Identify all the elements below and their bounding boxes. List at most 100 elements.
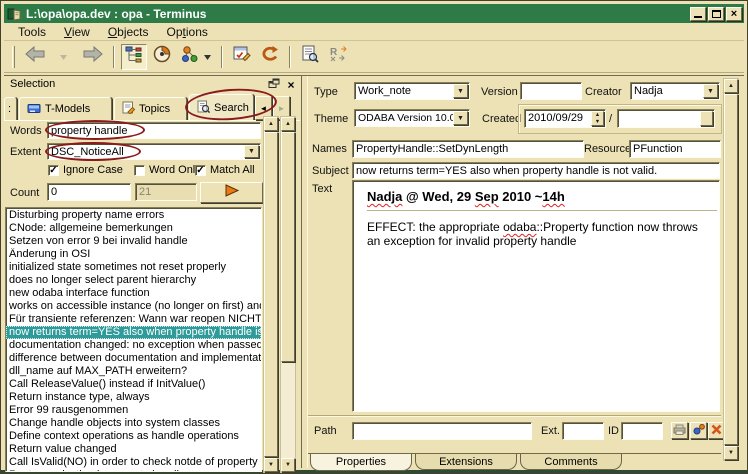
run-search-button[interactable] xyxy=(200,182,263,203)
scroll-up-icon[interactable]: ▲ xyxy=(281,117,295,131)
ext-input[interactable] xyxy=(562,422,604,440)
navigate-target-button[interactable] xyxy=(149,44,175,70)
chevron-down-icon[interactable]: ▼ xyxy=(453,111,468,125)
list-item[interactable]: initialized state sometimes not reset pr… xyxy=(6,261,261,274)
type-dropdown[interactable]: Work_note ▼ xyxy=(354,82,470,100)
target-icon xyxy=(152,44,172,69)
forward-button[interactable] xyxy=(79,44,107,70)
list-item[interactable]: Disturbing property name errors xyxy=(6,209,261,222)
tab-label: : xyxy=(8,103,11,115)
history-dropdown-button[interactable] xyxy=(51,44,77,70)
maximize-button[interactable] xyxy=(708,7,724,21)
scrollbar-thumb[interactable] xyxy=(724,94,738,445)
details-scrollbar[interactable]: ▲ ▼ xyxy=(723,78,739,461)
menu-view[interactable]: View xyxy=(56,24,98,40)
back-button[interactable] xyxy=(21,44,49,70)
panel-title: Selection xyxy=(10,78,55,90)
spinner-buttons[interactable] xyxy=(700,111,713,126)
creator-dropdown[interactable]: Nadja ▼ xyxy=(630,82,720,100)
theme-dropdown[interactable]: ODABA Version 10.0 ▼ xyxy=(354,109,470,127)
version-input[interactable] xyxy=(520,82,582,100)
scroll-down-icon[interactable]: ▼ xyxy=(724,446,738,460)
checked-icon: ✓ xyxy=(195,165,206,176)
menu-objects[interactable]: Objects xyxy=(100,24,157,40)
words-input[interactable]: property handle xyxy=(47,122,261,139)
spinner-buttons[interactable]: ▲▼ xyxy=(591,111,604,126)
scroll-down-icon[interactable]: ▼ xyxy=(264,458,278,472)
link-button[interactable] xyxy=(690,422,707,439)
report-preview-button[interactable] xyxy=(297,44,323,70)
path-input[interactable] xyxy=(352,422,532,440)
list-item[interactable]: Änderung in OSI xyxy=(6,248,261,261)
edit-form-button[interactable] xyxy=(229,44,255,70)
float-panel-button[interactable] xyxy=(267,78,281,91)
spin-down-icon: ▼ xyxy=(592,119,603,126)
tree-view-button[interactable] xyxy=(121,44,147,70)
tab-search[interactable]: Search xyxy=(189,94,254,120)
tab-topics[interactable]: Topics xyxy=(114,97,187,120)
list-item[interactable]: dll_name auf MAX_PATH erweitern? xyxy=(6,365,261,378)
chevron-down-icon[interactable]: ▼ xyxy=(703,84,718,98)
list-item[interactable]: documentation changed: no exception when… xyxy=(6,339,261,352)
id-label: ID xyxy=(608,425,619,437)
created-date-spinner[interactable]: 2010/09/29 ▲▼ xyxy=(524,109,606,128)
names-input[interactable]: PropertyHandle::SetDynLength xyxy=(352,140,584,158)
resource-input[interactable]: PFunction xyxy=(629,140,721,158)
minimize-button[interactable] xyxy=(690,7,706,21)
list-item[interactable]: difference between documentation and imp… xyxy=(6,352,261,365)
list-item[interactable]: Setzen von error 9 bei invalid handle xyxy=(6,235,261,248)
checkbox-ignore-case[interactable]: ✓Ignore Case xyxy=(48,164,123,176)
list-item[interactable]: Error 99 rausgenommen xyxy=(6,404,261,417)
list-item[interactable]: Call IsValid(NO) in order to check notde… xyxy=(6,456,261,469)
refresh-r-button[interactable]: R xyxy=(325,44,353,70)
title-bar: L:\opa\opa.dev : opa - Terminus × xyxy=(4,4,744,23)
menu-options[interactable]: Options xyxy=(159,24,216,40)
checkbox-match-all[interactable]: ✓Match All xyxy=(195,164,255,176)
tab-partial[interactable]: : xyxy=(4,97,17,120)
subject-input[interactable]: now returns term=YES also when property … xyxy=(352,162,720,179)
export-button[interactable] xyxy=(671,422,688,439)
links-button[interactable] xyxy=(177,44,215,70)
close-panel-button[interactable]: × xyxy=(284,78,298,91)
close-icon: × xyxy=(731,9,737,19)
chevron-down-icon[interactable]: ▼ xyxy=(244,145,259,158)
panel-scrollbar[interactable]: ▲ ▼ xyxy=(263,116,279,473)
menu-tools[interactable]: Tools xyxy=(10,24,54,40)
list-item[interactable]: Return instance type, always xyxy=(6,391,261,404)
scrollbar-thumb[interactable] xyxy=(264,132,278,457)
scroll-up-icon[interactable]: ▲ xyxy=(264,117,278,131)
tab-comments[interactable]: Comments xyxy=(520,454,622,470)
close-button[interactable]: × xyxy=(726,7,742,21)
undo-button[interactable] xyxy=(257,44,283,70)
list-item[interactable]: does no longer select parent hierarchy xyxy=(6,274,261,287)
list-item[interactable]: Return value changed xyxy=(6,443,261,456)
list-item[interactable]: now returns term=YES also when property … xyxy=(6,326,261,339)
list-item[interactable]: new odaba interface function xyxy=(6,287,261,300)
extent-dropdown[interactable]: DSC_NoticeAll ▼ xyxy=(47,143,261,160)
checkbox-word-only[interactable]: Word Only xyxy=(134,164,201,176)
scroll-down-icon[interactable]: ▼ xyxy=(281,458,295,472)
list-scrollbar[interactable]: ▲ ▼ xyxy=(280,116,296,473)
created-label: Created xyxy=(482,113,521,125)
count-input[interactable]: 0 xyxy=(47,183,131,201)
list-item[interactable]: Restore selection in property handle xyxy=(6,469,261,472)
tab-properties[interactable]: Properties xyxy=(310,454,412,471)
scrollbar-thumb[interactable] xyxy=(281,132,295,362)
list-item[interactable]: Define context operations as handle oper… xyxy=(6,430,261,443)
tab-extensions[interactable]: Extensions xyxy=(415,454,517,470)
chevron-down-icon[interactable]: ▼ xyxy=(453,84,468,98)
created-time-spinner[interactable] xyxy=(617,109,715,128)
text-editor[interactable]: Nadja @ Wed, 29 Sep 2010 ~14h EFFECT: th… xyxy=(352,180,720,412)
misspelled-word: Nadja xyxy=(367,189,402,204)
list-item[interactable]: Für transiente referenzen: Wann war reop… xyxy=(6,313,261,326)
spin-down-icon xyxy=(701,119,712,126)
list-item[interactable]: works on accessible instance (no longer … xyxy=(6,300,261,313)
list-item[interactable]: Call ReleaseValue() instead if InitValue… xyxy=(6,378,261,391)
created-separator: / xyxy=(609,113,612,125)
id-input[interactable] xyxy=(621,422,663,440)
list-item[interactable]: CNode: allgemeine bemerkungen xyxy=(6,222,261,235)
toolbar-grip[interactable] xyxy=(12,46,15,68)
tab-t-models[interactable]: T-Models xyxy=(19,97,112,120)
list-item[interactable]: Change handle objects into system classe… xyxy=(6,417,261,430)
scroll-up-icon[interactable]: ▲ xyxy=(724,79,738,93)
